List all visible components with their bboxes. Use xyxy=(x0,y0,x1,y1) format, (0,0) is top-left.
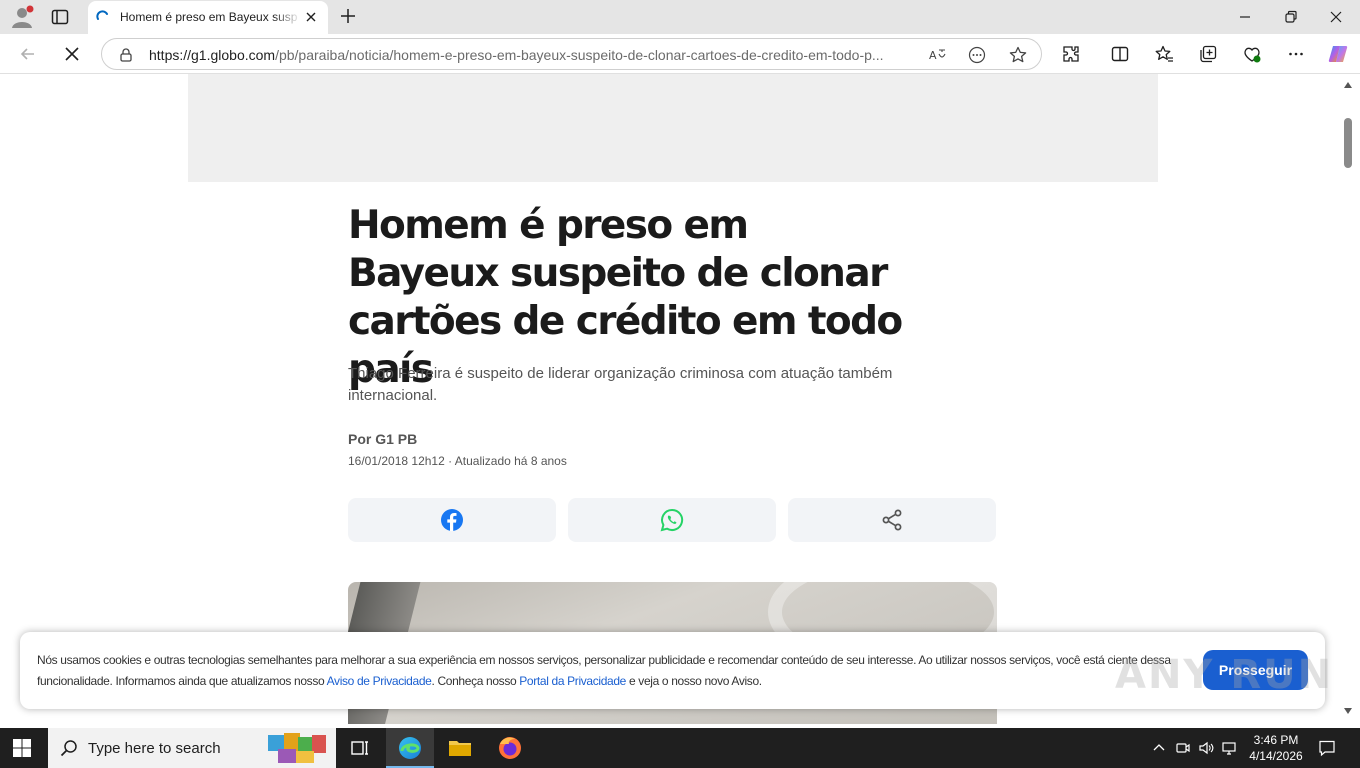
edge-browser-icon[interactable] xyxy=(396,734,424,762)
share-more-button[interactable] xyxy=(788,498,996,542)
browser-toolbar: https://g1.globo.com/pb/paraiba/noticia/… xyxy=(0,34,1360,74)
clock-time: 3:46 PM xyxy=(1253,733,1299,747)
minimize-icon[interactable] xyxy=(1236,8,1254,26)
share-icon xyxy=(882,509,902,531)
article-subtitle: Thiago Ferreira é suspeito de liderar or… xyxy=(348,365,893,404)
title-bar: Homem é preso em Bayeux suspeito de clon… xyxy=(0,0,1360,34)
show-hidden-icons-icon[interactable] xyxy=(1151,740,1167,756)
url-text[interactable]: https://g1.globo.com/pb/paraiba/noticia/… xyxy=(149,47,919,63)
file-explorer-icon[interactable] xyxy=(446,734,474,762)
privacy-notice-link[interactable]: Aviso de Privacidade xyxy=(327,674,432,688)
back-icon[interactable] xyxy=(18,44,38,64)
profile-icon[interactable] xyxy=(10,5,34,29)
read-aloud-icon[interactable]: A xyxy=(928,46,946,64)
new-tab-icon[interactable] xyxy=(338,6,358,26)
close-window-icon[interactable] xyxy=(1327,8,1345,26)
split-screen-icon[interactable] xyxy=(1110,44,1130,64)
scrollbar-thumb[interactable] xyxy=(1344,118,1352,168)
whatsapp-icon xyxy=(660,508,684,532)
tab-title: Homem é preso em Bayeux suspeito de clon… xyxy=(120,10,298,24)
network-icon[interactable] xyxy=(1221,740,1237,756)
more-options-icon[interactable] xyxy=(968,46,986,64)
lock-icon[interactable] xyxy=(118,47,134,63)
page-scrollbar[interactable] xyxy=(1340,74,1356,724)
collections-icon[interactable] xyxy=(1198,44,1218,64)
watermark: ANY RUN xyxy=(1115,652,1334,698)
firefox-icon[interactable] xyxy=(496,734,524,762)
scroll-up-arrow-icon[interactable] xyxy=(1344,82,1352,88)
windows-taskbar: Type here to search 3:46 PM 4/14/2026 xyxy=(0,728,1360,768)
cookie-text-part: e veja o nosso novo Aviso. xyxy=(626,674,762,688)
svg-text:A: A xyxy=(929,49,937,62)
address-bar[interactable]: https://g1.globo.com/pb/paraiba/noticia/… xyxy=(101,38,1042,70)
browser-essentials-icon[interactable] xyxy=(1242,44,1262,64)
copilot-icon[interactable] xyxy=(1327,43,1349,65)
advertisement-placeholder xyxy=(188,74,1158,182)
favorite-star-icon[interactable] xyxy=(1008,45,1028,65)
search-icon xyxy=(60,740,77,757)
tab-actions-icon[interactable] xyxy=(50,7,70,27)
extensions-icon[interactable] xyxy=(1061,44,1081,64)
cookie-text-part: . Conheça nosso xyxy=(431,674,520,688)
share-facebook-button[interactable] xyxy=(348,498,556,542)
active-tab[interactable]: Homem é preso em Bayeux suspeito de clon… xyxy=(88,1,328,34)
close-icon[interactable] xyxy=(304,10,318,24)
url-path: /pb/paraiba/noticia/homem-e-preso-em-bay… xyxy=(275,47,884,63)
loading-spinner-icon xyxy=(96,10,108,20)
task-view-icon[interactable] xyxy=(346,734,374,762)
system-clock[interactable]: 3:46 PM 4/14/2026 xyxy=(1240,732,1312,764)
article-byline: Por G1 PB xyxy=(348,431,418,447)
search-placeholder: Type here to search xyxy=(88,740,221,757)
windows-start-icon[interactable] xyxy=(12,738,32,758)
volume-icon[interactable] xyxy=(1198,740,1214,756)
article-dateline: 16/01/2018 12h12 · Atualizado há 8 anos xyxy=(348,454,567,468)
notifications-icon[interactable] xyxy=(1318,739,1336,757)
tab-title-fade xyxy=(273,5,301,29)
clock-date: 4/14/2026 xyxy=(1249,749,1303,763)
taskbar-search[interactable]: Type here to search xyxy=(48,728,336,768)
search-highlight-puzzle-icon xyxy=(268,733,326,763)
stop-loading-icon[interactable] xyxy=(62,44,82,64)
privacy-portal-link[interactable]: Portal da Privacidade xyxy=(519,674,626,688)
meet-now-icon[interactable] xyxy=(1175,740,1191,756)
facebook-icon xyxy=(441,509,463,531)
restore-icon[interactable] xyxy=(1282,8,1300,26)
favorites-icon[interactable] xyxy=(1154,44,1174,64)
scroll-down-arrow-icon[interactable] xyxy=(1344,708,1352,714)
share-whatsapp-button[interactable] xyxy=(568,498,776,542)
cookie-text: Nós usamos cookies e outras tecnologias … xyxy=(37,650,1177,692)
settings-menu-icon[interactable] xyxy=(1286,44,1306,64)
url-host: https://g1.globo.com xyxy=(149,47,276,63)
page-viewport: Homem é preso em Bayeux suspeito de clon… xyxy=(4,74,1340,724)
